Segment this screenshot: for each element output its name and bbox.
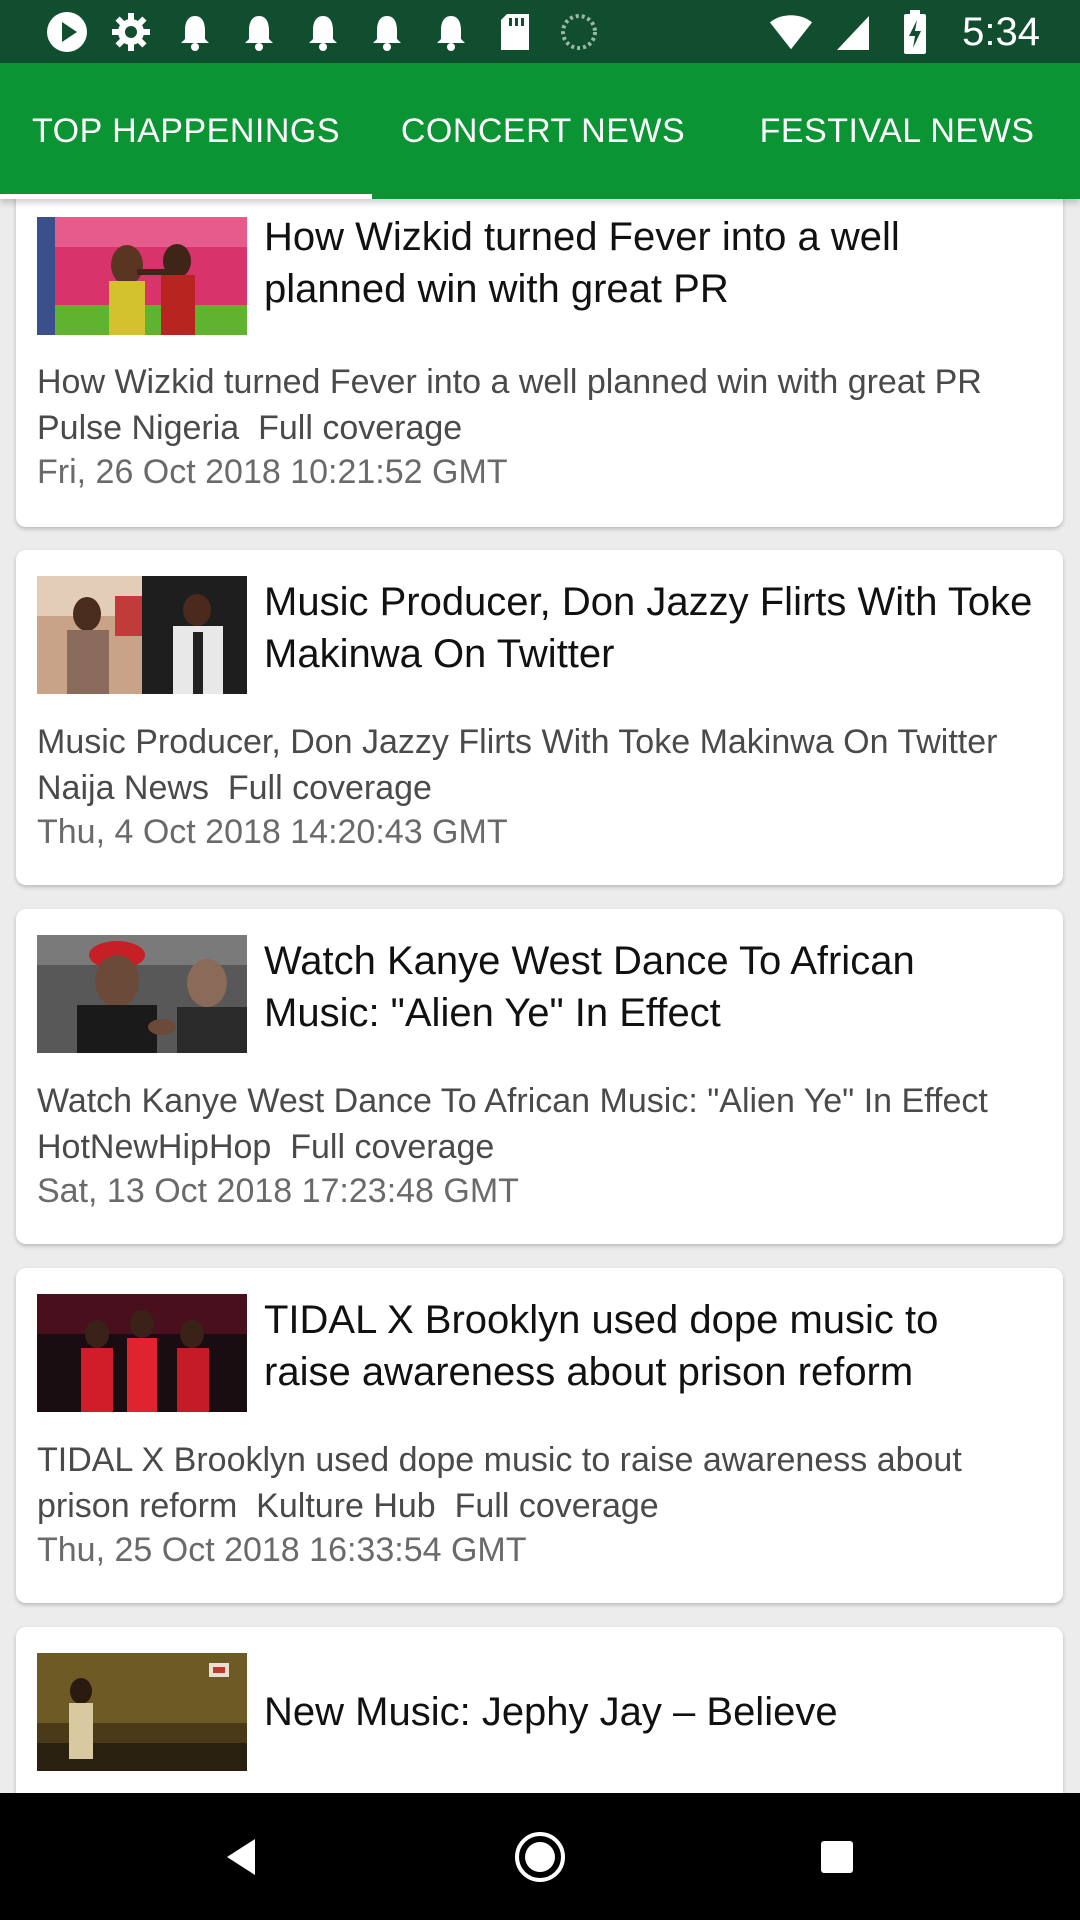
- loading-icon: [556, 9, 602, 55]
- article-title[interactable]: TIDAL X Brooklyn used dope music to rais…: [264, 1294, 1034, 1398]
- article-thumbnail[interactable]: [37, 217, 247, 335]
- tab-concert-news[interactable]: CONCERT NEWS: [372, 63, 714, 199]
- article-description: How Wizkid turned Fever into a well plan…: [37, 363, 1001, 447]
- bell-icon: [364, 9, 410, 55]
- article-thumbnail[interactable]: [37, 576, 247, 694]
- notification-icons: [44, 8, 602, 56]
- play-icon: [44, 9, 90, 55]
- clock: 5:34: [962, 9, 1040, 54]
- article-title[interactable]: How Wizkid turned Fever into a well plan…: [264, 211, 1034, 315]
- tab-festival-news[interactable]: FESTIVAL NEWS: [714, 63, 1080, 199]
- article-card[interactable]: Music Producer, Don Jazzy Flirts With To…: [16, 550, 1063, 885]
- bell-icon: [236, 9, 282, 55]
- gear-icon: [108, 9, 154, 55]
- article-thumbnail[interactable]: [37, 935, 247, 1053]
- signal-icon: [830, 9, 876, 55]
- battery-charging-icon: [892, 9, 938, 55]
- tab-top-happenings[interactable]: TOP HAPPENINGS: [0, 63, 372, 199]
- article-description: TIDAL X Brooklyn used dope music to rais…: [37, 1441, 972, 1525]
- recents-icon[interactable]: [799, 1819, 875, 1895]
- system-icons: 5:34: [768, 8, 1040, 56]
- article-title[interactable]: New Music: Jephy Jay – Believe: [264, 1686, 1034, 1738]
- bell-icon: [172, 9, 218, 55]
- article-thumbnail[interactable]: [37, 1294, 247, 1412]
- article-date: Fri, 26 Oct 2018 10:21:52 GMT: [37, 453, 508, 491]
- article-card[interactable]: TIDAL X Brooklyn used dope music to rais…: [16, 1268, 1063, 1603]
- article-thumbnail[interactable]: [37, 1653, 247, 1771]
- navigation-bar: [0, 1793, 1080, 1920]
- tab-bar: TOP HAPPENINGS CONCERT NEWS FESTIVAL NEW…: [0, 63, 1080, 199]
- article-title[interactable]: Music Producer, Don Jazzy Flirts With To…: [264, 576, 1034, 680]
- bell-icon: [428, 9, 474, 55]
- article-description: Watch Kanye West Dance To African Music:…: [37, 1082, 1007, 1166]
- selected-tab-indicator: [0, 194, 372, 199]
- article-title[interactable]: Watch Kanye West Dance To African Music:…: [264, 935, 1034, 1039]
- article-date: Sat, 13 Oct 2018 17:23:48 GMT: [37, 1172, 519, 1210]
- article-list[interactable]: How Wizkid turned Fever into a well plan…: [0, 199, 1080, 1793]
- article-description: Music Producer, Don Jazzy Flirts With To…: [37, 723, 1017, 807]
- wifi-icon: [768, 9, 814, 55]
- article-card[interactable]: New Music: Jephy Jay – Believe: [16, 1627, 1063, 1793]
- back-icon[interactable]: [203, 1819, 279, 1895]
- home-icon[interactable]: [502, 1819, 578, 1895]
- article-card[interactable]: How Wizkid turned Fever into a well plan…: [16, 199, 1063, 527]
- article-card[interactable]: Watch Kanye West Dance To African Music:…: [16, 909, 1063, 1244]
- status-bar: 5:34: [0, 0, 1080, 63]
- article-date: Thu, 25 Oct 2018 16:33:54 GMT: [37, 1531, 527, 1569]
- sd-card-icon: [492, 9, 538, 55]
- article-date: Thu, 4 Oct 2018 14:20:43 GMT: [37, 813, 508, 851]
- bell-icon: [300, 9, 346, 55]
